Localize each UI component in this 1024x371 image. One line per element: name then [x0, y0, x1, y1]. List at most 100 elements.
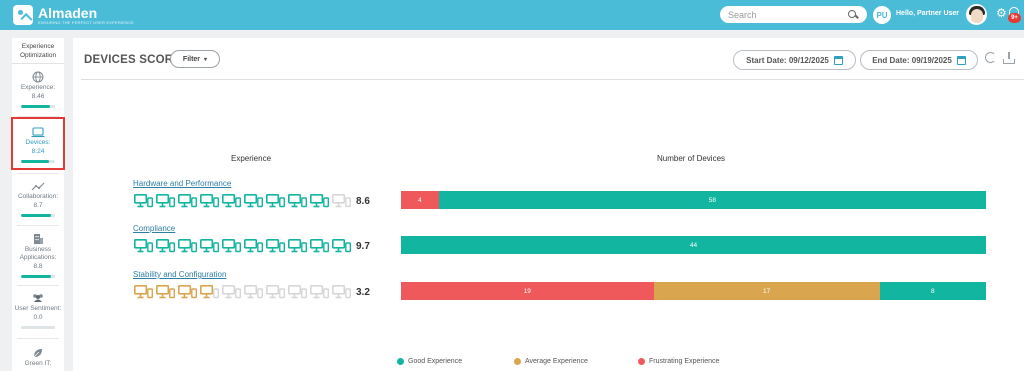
end-date-picker[interactable]: End Date: 09/19/2025 — [860, 50, 978, 70]
progress-fill — [21, 105, 50, 108]
globe-icon — [12, 70, 64, 84]
device-rating-icon — [134, 285, 153, 299]
notification-icon[interactable]: 9+ — [1008, 7, 1022, 23]
metric-score: 3.2 — [356, 287, 370, 298]
device-rating-icons — [134, 239, 351, 253]
sidebar-item-label: Collaboration: — [17, 193, 59, 200]
sidebar-item-collaboration[interactable]: Collaboration: 8.7 — [12, 179, 64, 217]
logo-icon — [13, 5, 33, 25]
sidebar-item-label: Experience: — [20, 84, 56, 91]
calendar-icon — [833, 55, 843, 65]
device-rating-icon — [332, 194, 351, 208]
device-rating-icon — [178, 239, 197, 253]
legend-item-average[interactable]: Average Experience — [514, 358, 588, 365]
sidebar-divider — [17, 338, 59, 339]
sidebar-item-label: Business Applications: — [19, 246, 57, 261]
sidebar: Experience Optimization Experience: 8.46… — [12, 38, 64, 371]
device-rating-icon — [310, 239, 329, 253]
device-rating-icon — [332, 239, 351, 253]
device-rating-icon — [134, 239, 153, 253]
device-rating-icon — [178, 194, 197, 208]
device-rating-icon — [222, 285, 241, 299]
download-arrow — [1008, 52, 1010, 59]
start-date-label: Start Date: 09/12/2025 — [746, 55, 829, 65]
device-count-bar: 4 58 — [401, 191, 986, 209]
avatar[interactable] — [966, 4, 987, 25]
trend-icon — [12, 179, 64, 193]
device-rating-icon — [156, 285, 175, 299]
sidebar-item-progress — [21, 275, 55, 278]
legend-label: Average Experience — [525, 358, 588, 365]
legend-label: Frustrating Experience — [649, 358, 720, 365]
device-rating-icon — [200, 285, 219, 299]
device-rating-icon — [266, 285, 285, 299]
refresh-icon[interactable] — [985, 52, 996, 63]
sidebar-item-green-it[interactable]: Green IT: — [12, 346, 64, 368]
chevron-down-icon: ▾ — [204, 56, 208, 63]
sidebar-item-progress — [21, 326, 55, 329]
download-tray — [1003, 59, 1015, 64]
sidebar-item-business-applications[interactable]: Business Applications: 8.8 — [12, 232, 64, 278]
legend-item-frustrating[interactable]: Frustrating Experience — [638, 358, 719, 365]
device-rating-icon — [244, 239, 263, 253]
sidebar-item-score: 0.0 — [33, 314, 43, 321]
sidebar-divider — [17, 285, 59, 286]
device-rating-icon — [288, 239, 307, 253]
metric-link-compliance[interactable]: Compliance — [133, 224, 175, 233]
active-sidebar-highlight — [11, 117, 65, 170]
user-initials-badge[interactable]: PU — [873, 6, 891, 24]
metric-link-stability-configuration[interactable]: Stability and Configuration — [133, 270, 226, 279]
download-icon[interactable] — [1003, 52, 1015, 64]
sidebar-title: Experience Optimization — [12, 38, 64, 64]
bar-segment-average[interactable]: 17 — [653, 282, 880, 300]
metric-link-hardware-performance[interactable]: Hardware and Performance — [133, 179, 231, 188]
device-count-bar: 19 17 8 — [401, 282, 986, 300]
device-rating-icon — [244, 285, 263, 299]
device-rating-icons — [134, 194, 351, 208]
bar-segment-good[interactable]: 58 — [438, 191, 986, 209]
search-icon[interactable] — [848, 9, 858, 20]
filter-label: Filter — [182, 55, 201, 63]
device-rating-icons — [134, 285, 351, 299]
gear-icon[interactable]: ⚙ — [996, 7, 1007, 19]
search-box — [720, 6, 867, 23]
sidebar-item-progress — [21, 214, 55, 217]
device-rating-icon — [244, 194, 263, 208]
sidebar-item-label: User Sentiment: — [14, 305, 62, 312]
devices-column-header: Number of Devices — [657, 154, 726, 163]
user-greeting[interactable]: Hello, Partner User — [896, 10, 959, 17]
leaf-icon — [12, 346, 64, 360]
metric-score: 8.6 — [356, 196, 370, 207]
device-rating-icon — [288, 285, 307, 299]
app-logo[interactable]: Almaden ENSURING THE PERFECT USER EXPERI… — [13, 5, 134, 25]
sidebar-title-line1: Experience — [21, 43, 55, 50]
device-rating-icon — [310, 194, 329, 208]
bar-segment-good[interactable]: 44 — [401, 236, 986, 254]
users-icon — [12, 291, 64, 305]
device-rating-icon — [266, 194, 285, 208]
legend-item-good[interactable]: Good Experience — [397, 358, 462, 365]
device-rating-icon — [200, 194, 219, 208]
device-rating-icon — [200, 239, 219, 253]
bar-segment-frustrating[interactable]: 19 — [401, 282, 654, 300]
building-icon — [12, 232, 64, 246]
header-divider — [81, 79, 1024, 80]
page-title: DEVICES SCORE — [84, 54, 182, 66]
filter-button[interactable]: Filter ▾ — [170, 50, 220, 68]
bar-segment-good[interactable]: 8 — [879, 282, 986, 300]
avatar-face — [971, 9, 983, 23]
sidebar-item-progress — [21, 105, 55, 108]
sidebar-item-label: Green IT: — [24, 360, 52, 367]
start-date-picker[interactable]: Start Date: 09/12/2025 — [733, 50, 856, 70]
legend-swatch-average — [514, 358, 521, 365]
experience-column-header: Experience — [231, 154, 272, 163]
device-rating-icon — [288, 194, 307, 208]
sidebar-item-score: 8.46 — [31, 93, 45, 100]
device-rating-icon — [310, 285, 329, 299]
sidebar-title-line2: Optimization — [19, 52, 57, 59]
notification-count-badge: 9+ — [1008, 13, 1021, 23]
sidebar-item-experience[interactable]: Experience: 8.46 — [12, 70, 64, 108]
search-input[interactable] — [728, 9, 848, 20]
bar-segment-frustrating[interactable]: 4 — [401, 191, 439, 209]
sidebar-item-user-sentiment[interactable]: User Sentiment: 0.0 — [12, 291, 64, 329]
